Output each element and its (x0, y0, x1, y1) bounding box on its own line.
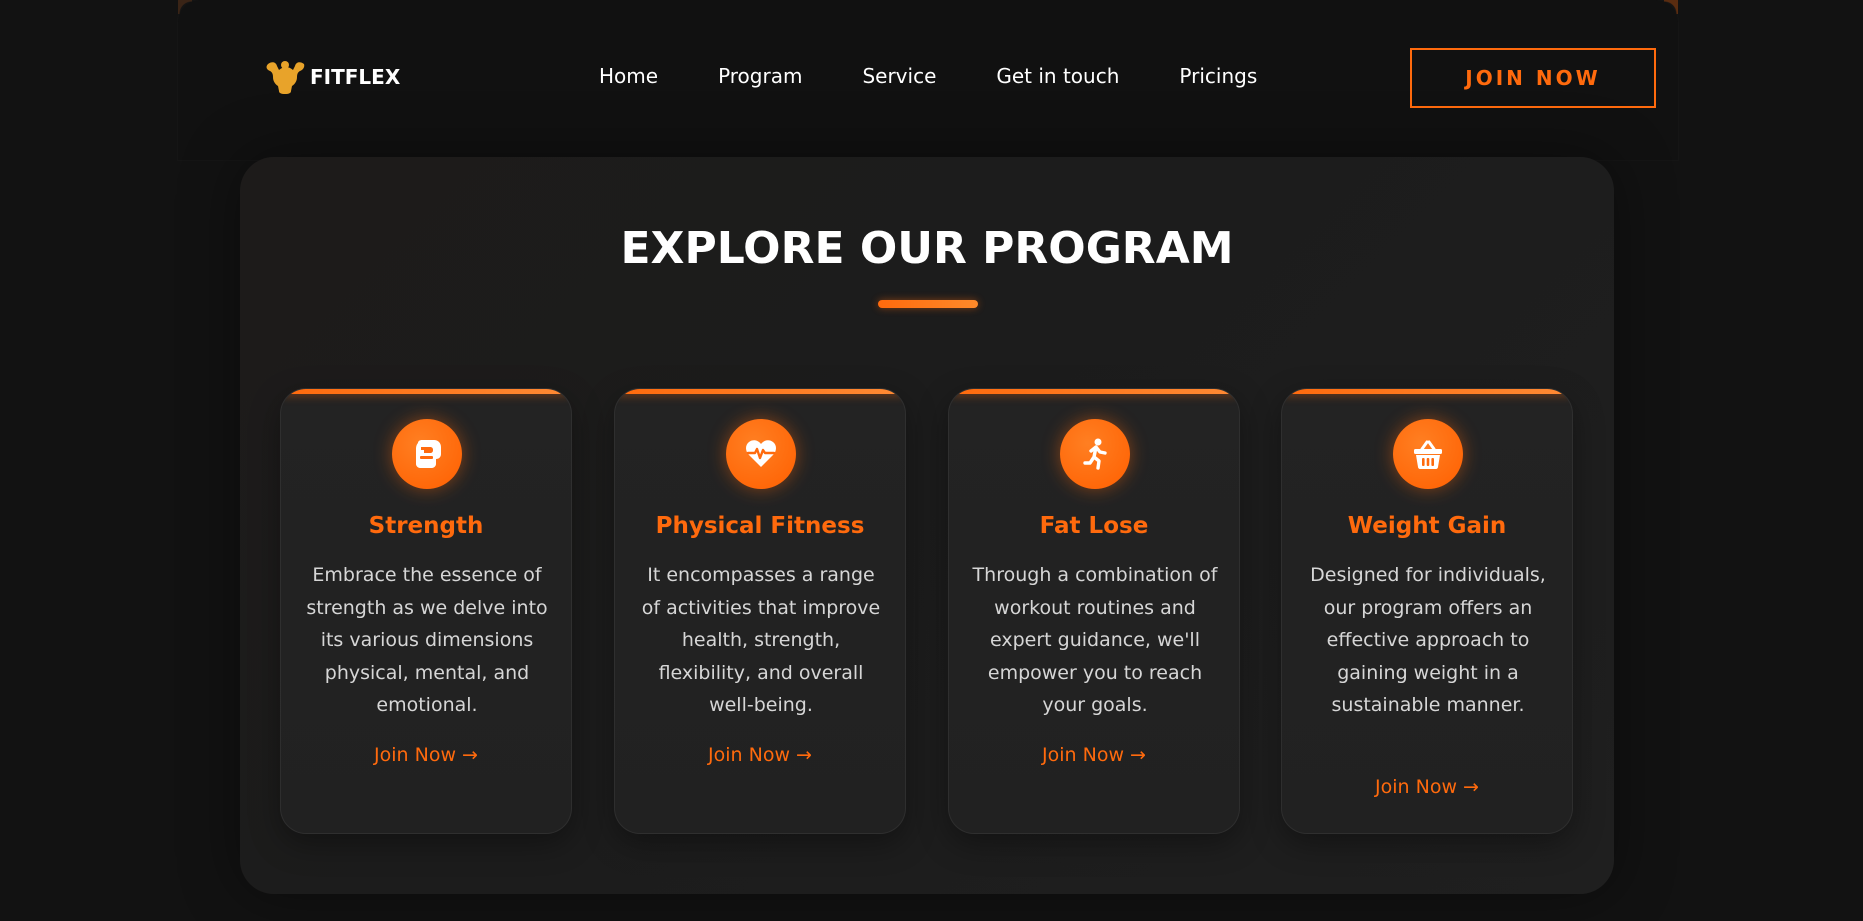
card-title: Weight Gain (1347, 513, 1507, 539)
heart-pulse-icon (726, 419, 796, 489)
nav-item-program[interactable]: Program (718, 64, 802, 88)
card-accent-bar (281, 389, 571, 394)
card-title: Fat Lose (1039, 513, 1149, 539)
program-card-weight-gain: Weight Gain Designed for individuals, ou… (1281, 388, 1573, 834)
card-join-now-link[interactable]: Join Now → (615, 744, 905, 766)
card-description: Designed for individuals, our program of… (1310, 564, 1546, 716)
nav-item-home[interactable]: Home (599, 64, 658, 88)
card-accent-bar (1282, 389, 1572, 394)
boxing-glove-icon (392, 419, 462, 489)
card-join-now-link[interactable]: Join Now → (949, 744, 1239, 766)
program-card-strength: Strength Embrace the essence of strength… (280, 388, 572, 834)
card-title: Physical Fitness (655, 513, 865, 539)
brand-logo[interactable]: FITFLEX (264, 60, 400, 94)
card-description: It encompasses a range of activities tha… (641, 564, 881, 716)
running-person-icon (1060, 419, 1130, 489)
nav-item-pricings[interactable]: Pricings (1179, 64, 1257, 88)
frame-corner-right (1664, 0, 1678, 14)
card-title: Strength (368, 513, 484, 539)
nav-item-get-in-touch[interactable]: Get in touch (996, 64, 1119, 88)
section-title: EXPLORE OUR PROGRAM (620, 223, 1234, 274)
main-nav: Home Program Service Get in touch Pricin… (599, 64, 1257, 88)
card-accent-bar (615, 389, 905, 394)
nav-item-service[interactable]: Service (862, 64, 936, 88)
card-description: Through a combination of workout routine… (972, 564, 1218, 716)
program-card-fat-lose: Fat Lose Through a combination of workou… (948, 388, 1240, 834)
card-join-now-link[interactable]: Join Now → (1282, 776, 1572, 798)
program-section: EXPLORE OUR PROGRAM Strength Embrace the… (240, 157, 1614, 894)
card-join-now-link[interactable]: Join Now → (281, 744, 571, 766)
card-accent-bar (949, 389, 1239, 394)
card-description: Embrace the essence of strength as we de… (306, 564, 548, 716)
brand-name: FITFLEX (310, 65, 401, 89)
shopping-basket-icon (1393, 419, 1463, 489)
join-now-button[interactable]: JOIN NOW (1410, 48, 1656, 108)
frame-corner-left (178, 0, 192, 14)
flexing-muscle-icon (266, 61, 305, 94)
page: FITFLEX Home Program Service Get in touc… (0, 0, 1863, 921)
title-underline (878, 300, 978, 308)
program-card-physical-fitness: Physical Fitness It encompasses a range … (614, 388, 906, 834)
